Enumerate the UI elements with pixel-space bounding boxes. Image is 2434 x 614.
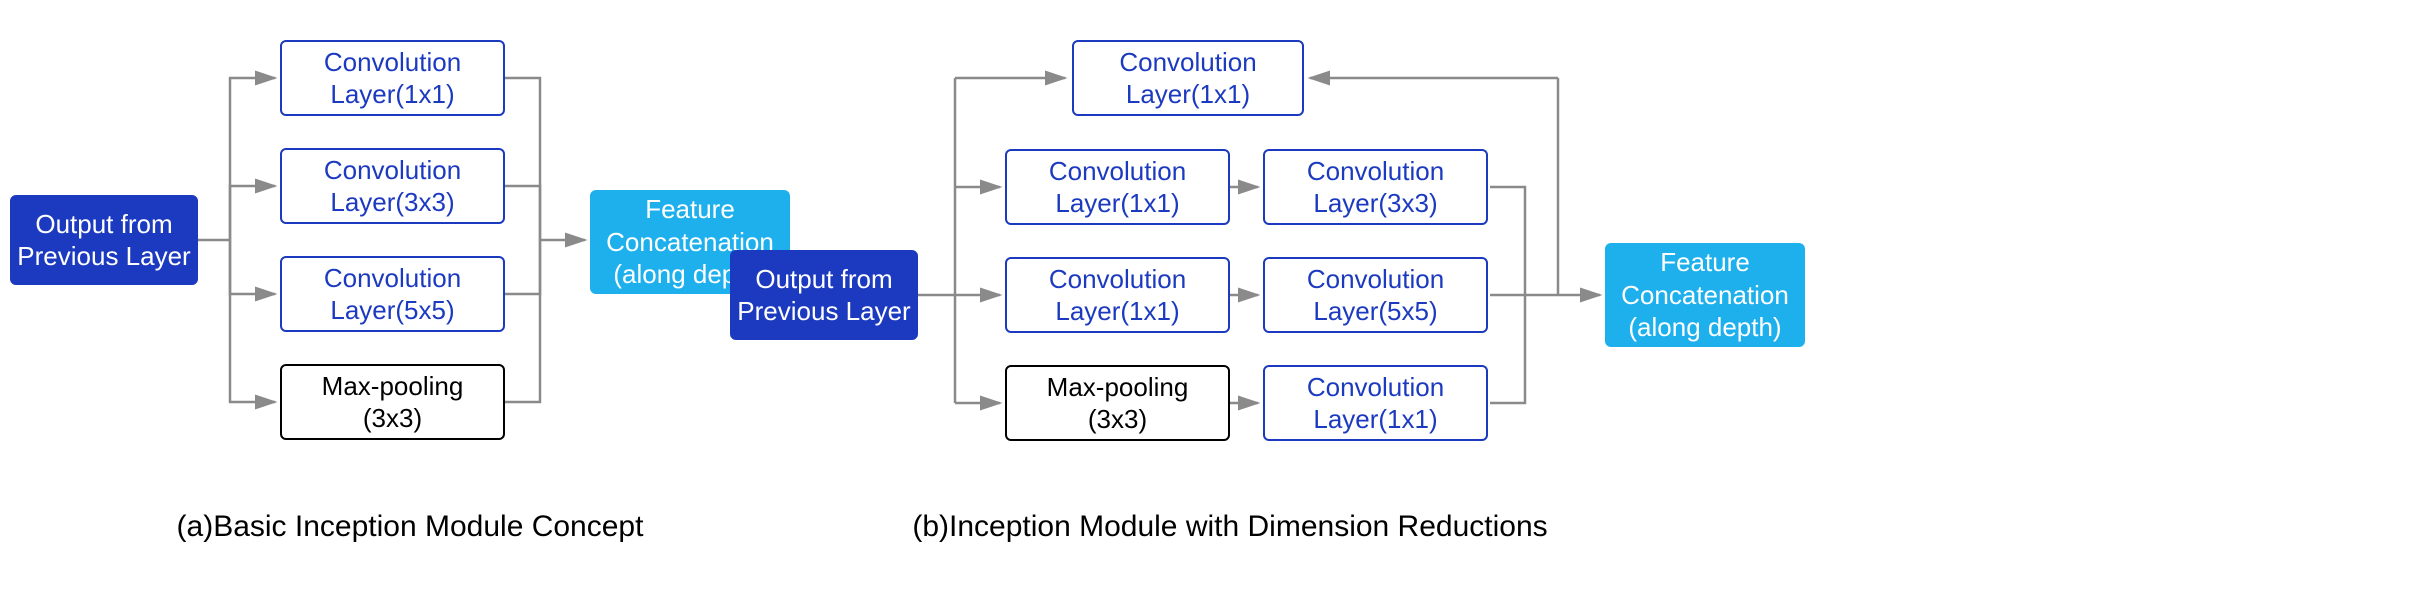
branch-a-2-line1: Convolution [324,262,461,295]
top-b-line2: Layer(1x1) [1126,78,1250,111]
branch-a-1: Convolution Layer(3x3) [280,148,505,224]
col2-b-0: Convolution Layer(3x3) [1263,149,1488,225]
branch-a-3: Max-pooling (3x3) [280,364,505,440]
col2-b-0-line2: Layer(3x3) [1313,187,1437,220]
col2-b-2: Convolution Layer(1x1) [1263,365,1488,441]
col1-b-1-line1: Convolution [1049,263,1186,296]
top-b-line1: Convolution [1119,46,1256,79]
col2-b-1-line1: Convolution [1307,263,1444,296]
col1-b-0-line2: Layer(1x1) [1055,187,1179,220]
input-a-line2: Previous Layer [17,240,190,273]
branch-a-1-line2: Layer(3x3) [330,186,454,219]
caption-a: (a)Basic Inception Module Concept [170,510,650,544]
col2-b-2-line2: Layer(1x1) [1313,403,1437,436]
branch-a-2: Convolution Layer(5x5) [280,256,505,332]
output-b-line1: Feature [1660,246,1750,279]
branch-a-0-line1: Convolution [324,46,461,79]
input-block-b: Output from Previous Layer [730,250,918,340]
branch-a-3-line1: Max-pooling [322,370,464,403]
col2-b-1: Convolution Layer(5x5) [1263,257,1488,333]
output-b-line3: (along depth) [1628,311,1781,344]
col1-b-1: Convolution Layer(1x1) [1005,257,1230,333]
col1-b-2: Max-pooling (3x3) [1005,365,1230,441]
output-a-line1: Feature [645,193,735,226]
input-b-line1: Output from [755,263,892,296]
branch-a-0-line2: Layer(1x1) [330,78,454,111]
col1-b-0-line1: Convolution [1049,155,1186,188]
branch-a-2-line2: Layer(5x5) [330,294,454,327]
branch-a-1-line1: Convolution [324,154,461,187]
branch-a-0: Convolution Layer(1x1) [280,40,505,116]
col1-b-1-line2: Layer(1x1) [1055,295,1179,328]
col2-b-0-line1: Convolution [1307,155,1444,188]
col2-b-2-line1: Convolution [1307,371,1444,404]
input-block-a: Output from Previous Layer [10,195,198,285]
input-a-line1: Output from [35,208,172,241]
col1-b-2-line1: Max-pooling [1047,371,1189,404]
col1-b-2-line2: (3x3) [1088,403,1147,436]
col1-b-0: Convolution Layer(1x1) [1005,149,1230,225]
branch-a-3-line2: (3x3) [363,402,422,435]
output-b-line2: Concatenation [1621,279,1789,312]
output-block-b: Feature Concatenation (along depth) [1605,243,1805,347]
col2-b-1-line2: Layer(5x5) [1313,295,1437,328]
caption-b: (b)Inception Module with Dimension Reduc… [880,510,1580,544]
top-block-b: Convolution Layer(1x1) [1072,40,1304,116]
input-b-line2: Previous Layer [737,295,910,328]
